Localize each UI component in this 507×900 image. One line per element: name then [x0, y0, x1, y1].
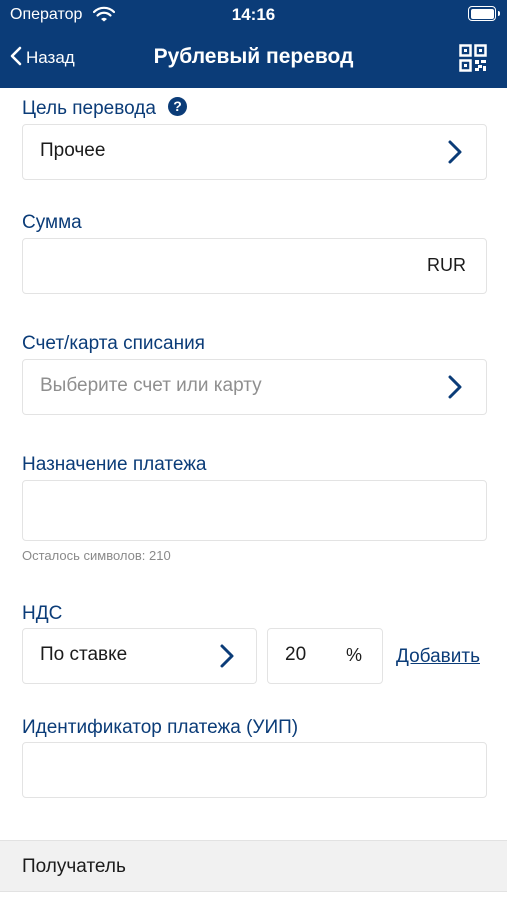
account-placeholder: Выберите счет или карту — [40, 375, 262, 396]
status-bar: Оператор 14:16 — [0, 0, 507, 30]
currency-label: RUR — [427, 255, 466, 275]
battery-icon — [468, 6, 500, 21]
account-select[interactable]: Выберите счет или карту — [22, 359, 487, 415]
page-title: Рублевый перевод — [153, 45, 354, 68]
vat-mode-value: По ставке — [40, 644, 128, 665]
uip-label: Идентификатор платежа (УИП) — [22, 717, 299, 738]
chevron-right-icon — [219, 643, 235, 674]
uip-input[interactable] — [22, 742, 487, 798]
account-label: Счет/карта списания — [22, 333, 205, 354]
amount-input[interactable]: RUR — [22, 238, 487, 294]
add-vat-link[interactable]: Добавить — [396, 646, 480, 668]
character-counter: Осталось символов: 210 — [22, 548, 171, 563]
payment-purpose-input[interactable] — [22, 480, 487, 541]
help-icon[interactable]: ? — [168, 97, 187, 116]
purpose-select[interactable]: Прочее — [22, 124, 487, 180]
percent-unit: % — [345, 645, 362, 665]
vat-mode-select[interactable]: По ставке — [22, 628, 257, 684]
vat-rate-value: 20 — [285, 644, 307, 665]
chevron-right-icon — [447, 374, 463, 405]
clock: 14:16 — [231, 5, 276, 24]
payment-purpose-label: Назначение платежа — [22, 454, 207, 475]
recipient-section-label: Получатель — [22, 856, 126, 877]
qr-code-icon — [459, 44, 487, 76]
chevron-right-icon — [447, 139, 463, 170]
navigation-header: Оператор 14:16 Назад Рублевый перевод — [0, 0, 507, 88]
purpose-label: Цель перевода — [22, 98, 156, 119]
recipient-section-header[interactable]: Получатель — [0, 840, 507, 892]
vat-rate-input[interactable]: 20 % — [267, 628, 383, 684]
purpose-value: Прочее — [40, 140, 106, 161]
amount-label: Сумма — [22, 212, 82, 233]
vat-label: НДС — [22, 603, 63, 624]
qr-scan-button[interactable] — [459, 44, 487, 77]
